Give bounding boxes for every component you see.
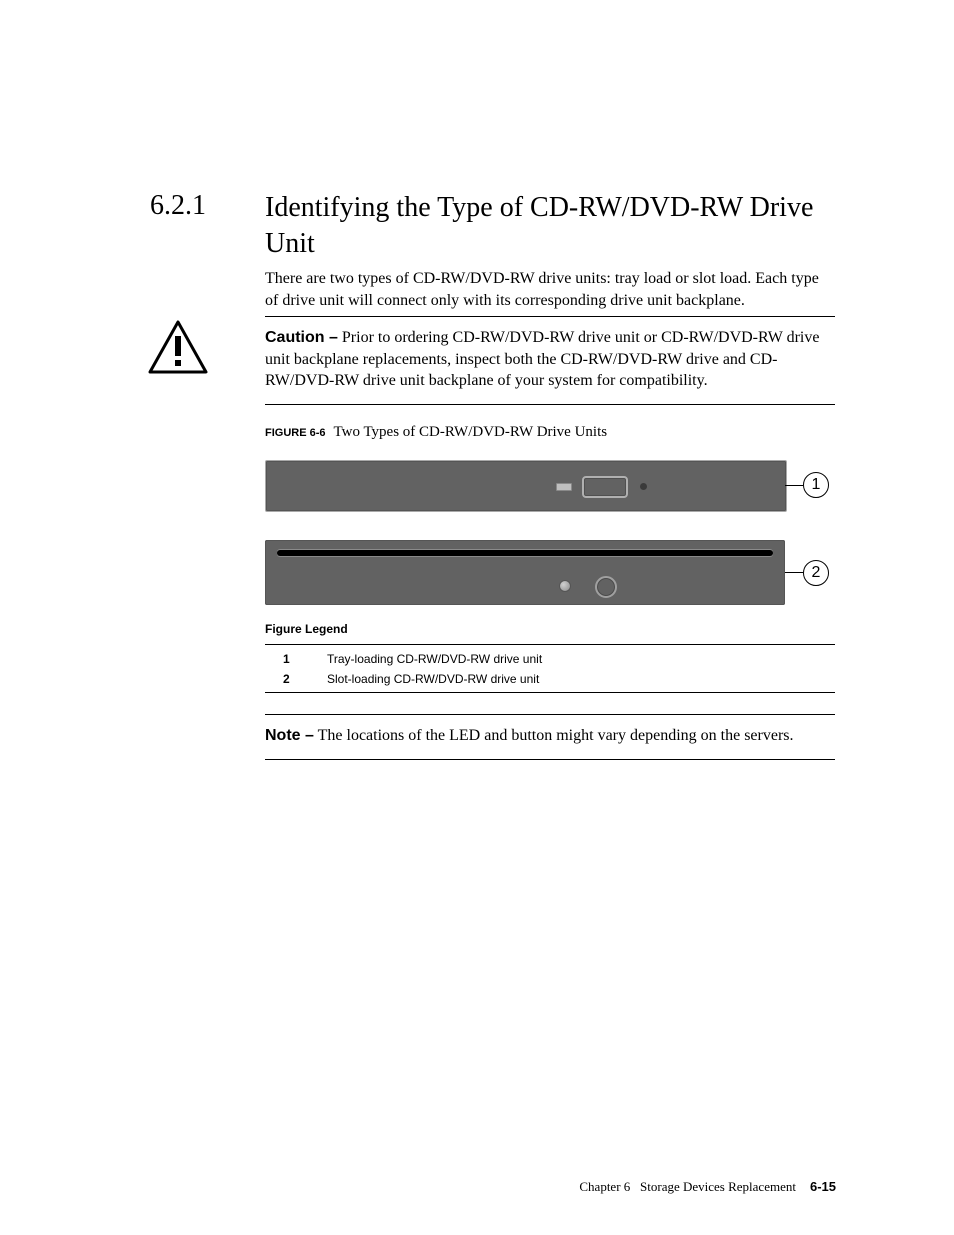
figure-diagram: 1 2 [265, 454, 835, 609]
figure-caption: FIGURE 6-6 Two Types of CD-RW/DVD-RW Driv… [265, 424, 607, 441]
legend-text: Tray-loading CD-RW/DVD-RW drive unit [327, 652, 542, 666]
slot-eject-button-icon [595, 576, 617, 598]
page-footer: Chapter 6 Storage Devices Replacement 6-1… [0, 1179, 954, 1195]
footer-title: Storage Devices Replacement [640, 1179, 796, 1194]
callout-2: 2 [803, 560, 829, 586]
tray-eject-button-icon [582, 476, 628, 498]
intro-paragraph: There are two types of CD-RW/DVD-RW driv… [265, 268, 835, 311]
divider [265, 644, 835, 645]
caution-label: Caution – [265, 329, 338, 346]
caution-block: Caution – Prior to ordering CD-RW/DVD-RW… [265, 316, 835, 405]
legend-num: 2 [283, 672, 290, 686]
caution-body: Prior to ordering CD-RW/DVD-RW drive uni… [265, 329, 819, 389]
tray-pinhole-icon [640, 483, 647, 490]
slot-led-icon [559, 580, 571, 592]
footer-chapter: Chapter 6 [579, 1179, 630, 1194]
caution-icon [148, 320, 208, 375]
caution-text: Caution – Prior to ordering CD-RW/DVD-RW… [265, 329, 819, 389]
legend-heading: Figure Legend [265, 622, 348, 636]
tray-led-icon [556, 483, 572, 491]
slot-drive-illustration [265, 540, 785, 605]
legend-num: 1 [283, 652, 290, 666]
page-number: 6-15 [810, 1179, 836, 1194]
figure-title: Two Types of CD-RW/DVD-RW Drive Units [334, 424, 608, 440]
note-body: The locations of the LED and button migh… [314, 727, 794, 744]
callout-line [785, 572, 803, 573]
callout-1: 1 [803, 472, 829, 498]
tray-drive-illustration [265, 460, 787, 512]
document-page: 6.2.1 Identifying the Type of CD-RW/DVD-… [0, 0, 954, 1235]
note-block: Note – The locations of the LED and butt… [265, 714, 835, 760]
legend-text: Slot-loading CD-RW/DVD-RW drive unit [327, 672, 539, 686]
figure-label: FIGURE 6-6 [265, 427, 326, 439]
note-text: Note – The locations of the LED and butt… [265, 727, 794, 744]
slot-opening-icon [277, 550, 773, 556]
divider [265, 692, 835, 693]
callout-line [785, 485, 803, 486]
section-number: 6.2.1 [150, 190, 206, 222]
note-label: Note – [265, 727, 314, 744]
section-title: Identifying the Type of CD-RW/DVD-RW Dri… [265, 190, 825, 263]
